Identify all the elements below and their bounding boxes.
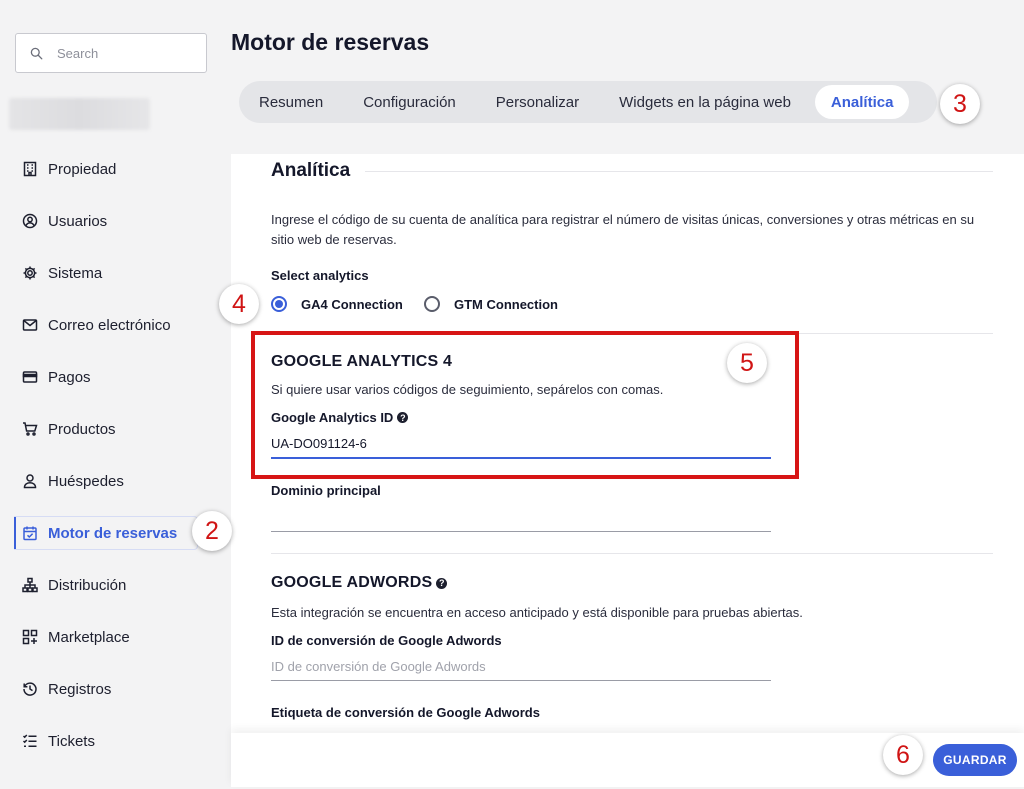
radio-gtm-connection[interactable]: GTM Connection bbox=[424, 296, 558, 312]
adwords-conversion-tag-label: Etiqueta de conversión de Google Adwords bbox=[271, 705, 540, 720]
building-icon bbox=[21, 160, 39, 178]
sitemap-icon bbox=[21, 576, 39, 594]
sidebar-item-label: Motor de reservas bbox=[48, 524, 178, 542]
sidebar-item-label: Distribución bbox=[48, 576, 127, 594]
radio-ga4-connection[interactable]: GA4 Connection bbox=[271, 296, 403, 312]
divider bbox=[365, 171, 993, 172]
tab-configuracion[interactable]: Configuración bbox=[349, 85, 470, 119]
section-title: Analítica bbox=[271, 160, 351, 181]
tab-analitica[interactable]: Analítica bbox=[814, 85, 910, 119]
user-circle-icon bbox=[21, 212, 39, 230]
sidebar-item-usuarios[interactable]: Usuarios bbox=[14, 195, 231, 247]
adwords-title-text: GOOGLE ADWORDS bbox=[271, 574, 433, 591]
divider bbox=[271, 553, 993, 554]
sidebar-item-label: Productos bbox=[48, 420, 116, 438]
sidebar-item-sistema[interactable]: Sistema bbox=[14, 247, 231, 299]
mail-icon bbox=[21, 316, 39, 334]
annotation-marker-6: 6 bbox=[883, 735, 923, 775]
blurred-property-name bbox=[9, 98, 150, 130]
intro-text: Ingrese el código de su cuenta de analít… bbox=[271, 212, 975, 247]
sidebar-item-label: Pagos bbox=[48, 368, 91, 386]
person-icon bbox=[21, 472, 39, 490]
tab-bar: Resumen Configuración Personalizar Widge… bbox=[239, 81, 937, 123]
annotation-marker-3: 3 bbox=[940, 84, 980, 124]
annotation-marker-5: 5 bbox=[727, 343, 767, 383]
search-box[interactable] bbox=[15, 33, 207, 73]
checklist-icon bbox=[21, 732, 39, 750]
sidebar-item-correo[interactable]: Correo electrónico bbox=[14, 299, 231, 351]
adwords-description: Esta integración se encuentra en acceso … bbox=[271, 605, 803, 620]
help-icon[interactable]: ? bbox=[436, 577, 448, 589]
select-analytics-label: Select analytics bbox=[271, 268, 369, 283]
tab-resumen[interactable]: Resumen bbox=[245, 85, 337, 119]
history-icon bbox=[21, 680, 39, 698]
sidebar-item-tickets[interactable]: Tickets bbox=[14, 715, 231, 767]
adwords-section-title: GOOGLE ADWORDS? bbox=[271, 574, 448, 592]
adwords-conversion-id-input[interactable] bbox=[271, 659, 771, 681]
search-input[interactable] bbox=[57, 45, 187, 61]
sidebar-item-label: Marketplace bbox=[48, 628, 130, 646]
adwords-conversion-id-label: ID de conversión de Google Adwords bbox=[271, 633, 502, 648]
sidebar-item-label: Usuarios bbox=[48, 212, 108, 230]
sidebar-item-marketplace[interactable]: Marketplace bbox=[14, 611, 231, 663]
tab-widgets[interactable]: Widgets en la página web bbox=[605, 85, 805, 119]
sidebar-item-distribucion[interactable]: Distribución bbox=[14, 559, 231, 611]
sidebar-item-registros[interactable]: Registros bbox=[14, 663, 231, 715]
annotation-marker-4: 4 bbox=[219, 284, 259, 324]
sidebar-item-label: Huéspedes bbox=[48, 472, 124, 490]
sidebar-nav: Propiedad Usuarios Sistema Correo electr… bbox=[14, 143, 231, 767]
sidebar-item-label: Registros bbox=[48, 680, 112, 698]
sidebar-item-label: Sistema bbox=[48, 264, 103, 282]
sidebar-item-label: Tickets bbox=[48, 732, 95, 750]
gear-icon bbox=[21, 264, 39, 282]
dominio-principal-label: Dominio principal bbox=[271, 483, 381, 498]
credit-card-icon bbox=[21, 368, 39, 386]
radio-label: GA4 Connection bbox=[301, 296, 403, 312]
radio-dot[interactable] bbox=[271, 296, 287, 312]
sidebar-item-label: Propiedad bbox=[48, 160, 117, 178]
sidebar-item-productos[interactable]: Productos bbox=[14, 403, 231, 455]
calendar-check-icon bbox=[21, 524, 39, 542]
dominio-principal-input[interactable] bbox=[271, 512, 771, 532]
cart-icon bbox=[21, 420, 39, 438]
annotation-marker-2: 2 bbox=[192, 511, 232, 551]
sidebar-item-pagos[interactable]: Pagos bbox=[14, 351, 231, 403]
sidebar-item-propiedad[interactable]: Propiedad bbox=[14, 143, 231, 195]
save-button[interactable]: GUARDAR bbox=[933, 744, 1017, 776]
page-title: Motor de reservas bbox=[231, 29, 430, 55]
sidebar: Propiedad Usuarios Sistema Correo electr… bbox=[0, 0, 231, 789]
sidebar-item-huespedes[interactable]: Huéspedes bbox=[14, 455, 231, 507]
radio-dot[interactable] bbox=[424, 296, 440, 312]
highlight-box bbox=[251, 331, 799, 479]
radio-label: GTM Connection bbox=[454, 296, 558, 312]
sidebar-item-label: Correo electrónico bbox=[48, 316, 171, 334]
apps-add-icon bbox=[21, 628, 39, 646]
search-icon bbox=[30, 47, 43, 59]
tab-personalizar[interactable]: Personalizar bbox=[482, 85, 593, 119]
